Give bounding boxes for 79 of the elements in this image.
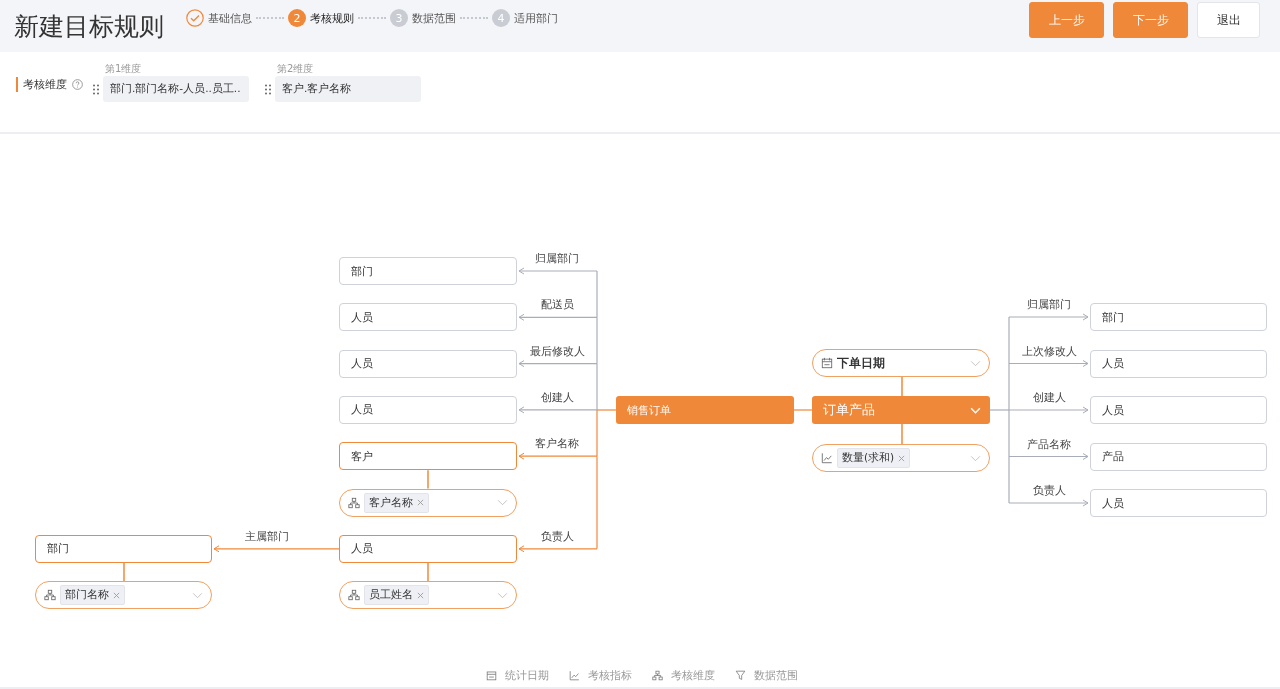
field-select[interactable]: 部门名称: [35, 581, 212, 610]
chevron-down-icon: [497, 591, 508, 599]
entity-node[interactable]: 部门: [1090, 303, 1267, 331]
step-label[interactable]: 数据范围: [412, 10, 456, 26]
entity-node[interactable]: 人员: [1090, 349, 1267, 378]
relation-label: 客户名称: [535, 437, 579, 452]
tag-label: 部门名称: [65, 588, 109, 603]
line-chart-icon: [821, 452, 833, 464]
chevron-down-icon: [970, 454, 981, 462]
line-chart-icon: [569, 670, 580, 681]
relation-label: 负责人: [540, 529, 574, 544]
connector-line: [793, 409, 813, 411]
slot-caption: 第2维度: [276, 62, 315, 76]
step-number: 2: [288, 9, 306, 27]
chevron-down-icon: [192, 591, 203, 599]
entity-node[interactable]: 产品: [1090, 442, 1267, 471]
tag-label: 客户名称: [369, 495, 413, 510]
dimension-chip[interactable]: 部门.部门名称-人员..员工..: [103, 76, 249, 102]
hierarchy-icon: [348, 496, 360, 509]
connector-line: [901, 423, 903, 445]
entity-node[interactable]: 人员: [339, 534, 517, 563]
remove-icon[interactable]: [113, 591, 120, 599]
entity-node[interactable]: 客户: [339, 442, 517, 471]
relation-label: 归属部门: [1027, 298, 1071, 312]
relation-label: 创建人: [1032, 391, 1066, 405]
relation-label: 创建人: [540, 390, 574, 405]
relation-label: 主属部门: [245, 529, 289, 544]
relation-label: 配送员: [540, 298, 574, 313]
step-button[interactable]: 退出: [1197, 2, 1260, 38]
dimension-label: 考核维度: [16, 77, 67, 92]
relation-label: 负责人: [1032, 484, 1066, 498]
connector-line: [901, 376, 903, 397]
filter-icon: [735, 670, 746, 681]
field-select[interactable]: 下单日期: [812, 349, 990, 377]
calendar-icon: [486, 670, 497, 681]
hierarchy-icon: [652, 670, 663, 681]
entity-node[interactable]: 人员: [339, 395, 517, 424]
legend-label: 数据范围: [754, 668, 798, 683]
slot-caption: 第1维度: [104, 62, 143, 76]
step-label[interactable]: 适用部门: [514, 10, 558, 26]
entity-node[interactable]: 部门: [35, 534, 212, 563]
chevron-down-icon: [497, 499, 508, 506]
step-label[interactable]: 考核规则: [310, 10, 354, 26]
chevron-down-icon: [970, 359, 981, 367]
help-icon[interactable]: [72, 79, 83, 90]
drag-handle-icon[interactable]: [265, 83, 271, 95]
relation-label: 最后修改人: [529, 344, 585, 359]
remove-icon[interactable]: [417, 591, 424, 599]
page-title: 新建目标规则: [14, 10, 164, 43]
legend-label: 统计日期: [505, 668, 549, 683]
entity-node[interactable]: 人员: [1090, 396, 1267, 424]
remove-icon[interactable]: [898, 454, 906, 462]
connector-line: [427, 469, 429, 490]
field-select[interactable]: 数量(求和): [812, 444, 990, 472]
hierarchy-icon: [44, 589, 56, 602]
legend-label: 考核指标: [588, 668, 632, 683]
node-label: 订单产品: [823, 401, 875, 419]
field-value: 下单日期: [837, 355, 885, 371]
tag-label: 数量(求和): [842, 451, 895, 465]
calendar-icon: [821, 357, 833, 369]
entity-node[interactable]: 人员: [1090, 489, 1267, 517]
hierarchy-icon: [348, 589, 360, 602]
relation-label: 归属部门: [535, 252, 579, 266]
connector-line: [123, 562, 125, 582]
remove-icon[interactable]: [417, 499, 424, 506]
entity-node[interactable]: 人员: [339, 349, 517, 378]
legend-label: 考核维度: [671, 668, 715, 683]
relation-label: 上次修改人: [1021, 344, 1077, 359]
chevron-down-icon[interactable]: [970, 406, 981, 414]
tag-label: 员工姓名: [369, 588, 413, 603]
connector-line: [427, 562, 429, 582]
relation-label: 产品名称: [1027, 437, 1071, 452]
step-label[interactable]: 基础信息: [208, 10, 252, 26]
drag-handle-icon[interactable]: [93, 83, 99, 95]
dimension-chip[interactable]: 客户.客户名称: [275, 76, 421, 102]
entity-node[interactable]: 人员: [339, 303, 517, 332]
field-select[interactable]: 客户名称: [339, 488, 517, 517]
field-select[interactable]: 员工姓名: [339, 581, 517, 610]
entity-node[interactable]: 部门: [339, 257, 517, 285]
